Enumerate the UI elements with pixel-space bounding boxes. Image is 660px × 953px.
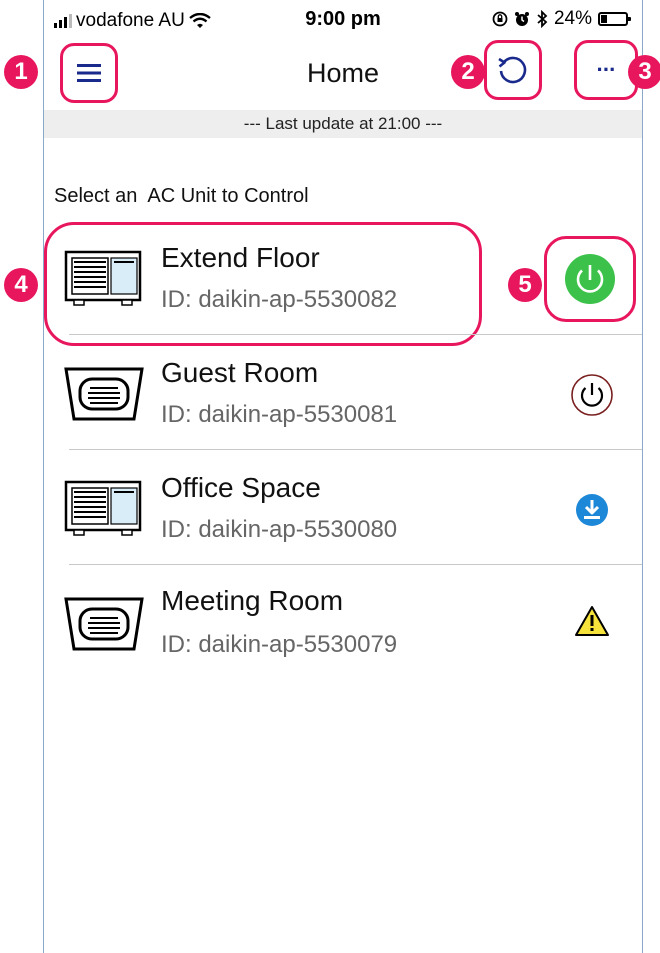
power-off-icon <box>571 374 613 416</box>
alarm-icon <box>514 12 529 26</box>
ac-unit-ceiling-icon <box>64 595 144 658</box>
ac-unit-ceiling-icon <box>64 365 144 428</box>
callout-2: 2 <box>451 55 485 89</box>
ac-unit-row-guest-room[interactable]: Guest Room ID: daikin-ap-5530081 <box>44 335 642 450</box>
refresh-button[interactable] <box>484 40 542 100</box>
bluetooth-icon <box>537 10 548 28</box>
power-toggle-button[interactable] <box>544 236 636 322</box>
ac-unit-row-extend-floor[interactable]: Extend Floor ID: daikin-ap-5530082 <box>44 220 642 346</box>
callout-5: 5 <box>508 268 542 302</box>
download-icon <box>576 494 608 526</box>
ac-unit-wall-icon <box>64 248 142 315</box>
unit-name: Extend Floor <box>161 242 320 273</box>
status-indicators: 24% <box>492 8 631 30</box>
refresh-icon <box>498 56 527 84</box>
unit-id: ID: daikin-ap-5530081 <box>161 401 398 428</box>
callout-1: 1 <box>4 55 38 89</box>
unit-name: Meeting Room <box>161 585 344 616</box>
callout-3: 3 <box>628 55 660 89</box>
nav-bar: Home ··· <box>44 40 642 110</box>
warning-status-button[interactable] <box>564 593 620 649</box>
section-label: Select an AC Unit to Control <box>54 185 309 207</box>
ac-unit-row-office-space[interactable]: Office Space ID: daikin-ap-5530080 <box>44 450 642 565</box>
unit-name: Guest Room <box>161 357 319 388</box>
more-icon: ··· <box>596 57 617 82</box>
rotation-lock-icon <box>492 11 508 27</box>
callout-4: 4 <box>4 268 38 302</box>
page-title: Home <box>306 58 380 88</box>
unit-id: ID: daikin-ap-5530079 <box>161 631 398 658</box>
power-on-icon <box>565 254 615 304</box>
power-toggle-button[interactable] <box>564 367 620 423</box>
unit-id: ID: daikin-ap-5530080 <box>161 516 398 543</box>
status-bar: vodafone AU 9:00 pm 24% <box>44 0 642 40</box>
ac-unit-row-meeting-room[interactable]: Meeting Room ID: daikin-ap-5530079 <box>44 565 642 680</box>
screen: 1 2 3 4 5 vodafone AU 9:00 pm 24% Home ·… <box>0 0 660 953</box>
phone-screen: vodafone AU 9:00 pm 24% Home ··· --- Las… <box>43 0 643 953</box>
unit-name: Office Space <box>161 472 321 503</box>
last-update-banner: --- Last update at 21:00 --- <box>44 110 642 138</box>
warning-icon <box>575 606 609 636</box>
battery-percent: 24% <box>553 8 592 29</box>
download-status-button[interactable] <box>564 482 620 538</box>
unit-id: ID: daikin-ap-5530082 <box>161 286 398 313</box>
ac-unit-wall-icon <box>64 478 142 545</box>
battery-icon <box>598 12 631 26</box>
